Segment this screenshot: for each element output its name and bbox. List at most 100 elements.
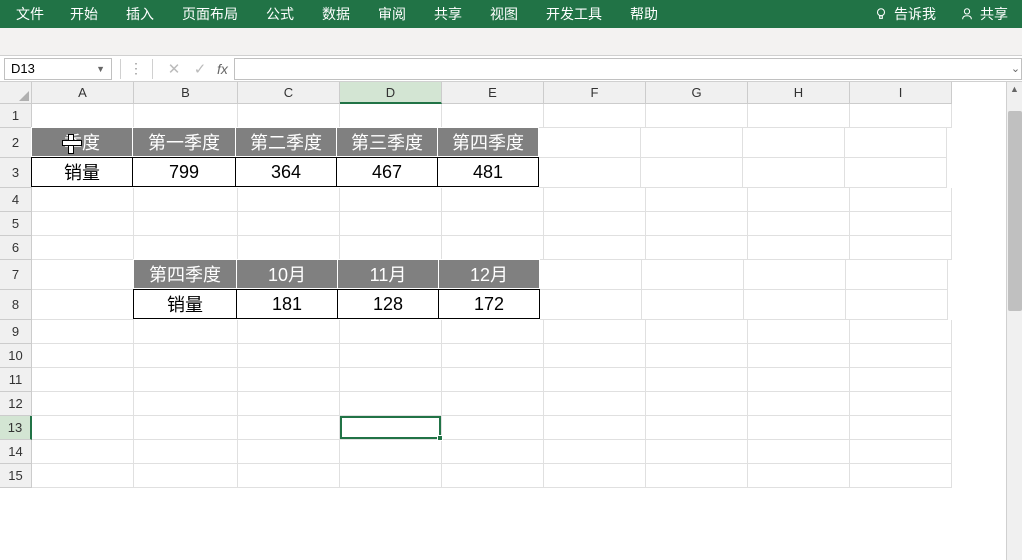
tellme-box[interactable]: 告诉我 <box>860 4 950 24</box>
cell-B2[interactable]: 第一季度 <box>132 127 236 157</box>
cell-G12[interactable] <box>646 392 748 416</box>
cell-C11[interactable] <box>238 368 340 392</box>
cell-G1[interactable] <box>646 104 748 128</box>
cell-A6[interactable] <box>32 236 134 260</box>
cell-H12[interactable] <box>748 392 850 416</box>
ribbon-tab-7[interactable]: 共享 <box>420 0 476 28</box>
ribbon-tab-9[interactable]: 开发工具 <box>532 0 616 28</box>
cell-D11[interactable] <box>340 368 442 392</box>
cell-F8[interactable] <box>540 290 642 320</box>
cell-I4[interactable] <box>850 188 952 212</box>
col-header-B[interactable]: B <box>134 82 238 104</box>
cell-I12[interactable] <box>850 392 952 416</box>
formula-input[interactable] <box>234 58 1010 80</box>
cell-F12[interactable] <box>544 392 646 416</box>
cell-I1[interactable] <box>850 104 952 128</box>
cell-A10[interactable] <box>32 344 134 368</box>
cell-E12[interactable] <box>442 392 544 416</box>
cell-F10[interactable] <box>544 344 646 368</box>
col-header-D[interactable]: D <box>340 82 442 104</box>
cell-A4[interactable] <box>32 188 134 212</box>
cell-C13[interactable] <box>238 416 340 440</box>
cell-B6[interactable] <box>134 236 238 260</box>
cell-E15[interactable] <box>442 464 544 488</box>
cell-D9[interactable] <box>340 320 442 344</box>
cell-F1[interactable] <box>544 104 646 128</box>
ribbon-tab-8[interactable]: 视图 <box>476 0 532 28</box>
ribbon-tab-0[interactable]: 文件 <box>4 0 56 28</box>
cell-E14[interactable] <box>442 440 544 464</box>
ribbon-tab-4[interactable]: 公式 <box>252 0 308 28</box>
row-header-15[interactable]: 15 <box>0 464 32 488</box>
cell-D4[interactable] <box>340 188 442 212</box>
cell-D2[interactable]: 第三季度 <box>336 127 438 157</box>
cell-C7[interactable]: 10月 <box>236 259 338 289</box>
col-header-G[interactable]: G <box>646 82 748 104</box>
cell-B15[interactable] <box>134 464 238 488</box>
row-header-7[interactable]: 7 <box>0 260 32 290</box>
cell-A9[interactable] <box>32 320 134 344</box>
cell-I7[interactable] <box>846 260 948 290</box>
cell-H5[interactable] <box>748 212 850 236</box>
cell-H2[interactable] <box>743 128 845 158</box>
cell-F7[interactable] <box>540 260 642 290</box>
row-header-2[interactable]: 2 <box>0 128 32 158</box>
cell-F2[interactable] <box>539 128 641 158</box>
cell-C12[interactable] <box>238 392 340 416</box>
cell-A14[interactable] <box>32 440 134 464</box>
cell-F11[interactable] <box>544 368 646 392</box>
enter-formula-button[interactable]: ✓ <box>187 60 213 78</box>
cell-E13[interactable] <box>442 416 544 440</box>
cell-E6[interactable] <box>442 236 544 260</box>
cell-B8[interactable]: 销量 <box>133 289 237 319</box>
cell-D14[interactable] <box>340 440 442 464</box>
ribbon-tab-6[interactable]: 审阅 <box>364 0 420 28</box>
cell-H11[interactable] <box>748 368 850 392</box>
select-all-button[interactable] <box>0 82 32 104</box>
row-header-4[interactable]: 4 <box>0 188 32 212</box>
cell-G6[interactable] <box>646 236 748 260</box>
scroll-up-icon[interactable]: ▲ <box>1007 82 1022 96</box>
cells-area[interactable]: 季度第一季度第二季度第三季度第四季度销量799364467481第四季度10月1… <box>32 104 952 488</box>
cell-D12[interactable] <box>340 392 442 416</box>
cell-A15[interactable] <box>32 464 134 488</box>
cell-B3[interactable]: 799 <box>132 157 236 187</box>
cell-G15[interactable] <box>646 464 748 488</box>
cell-A2[interactable]: 季度 <box>31 127 133 157</box>
row-header-3[interactable]: 3 <box>0 158 32 188</box>
cell-F9[interactable] <box>544 320 646 344</box>
vertical-scrollbar[interactable]: ▲ <box>1006 82 1022 560</box>
cell-E7[interactable]: 12月 <box>438 259 540 289</box>
share-button[interactable]: 共享 <box>950 4 1018 24</box>
row-headers[interactable]: 123456789101112131415 <box>0 104 32 488</box>
cell-B11[interactable] <box>134 368 238 392</box>
cell-C9[interactable] <box>238 320 340 344</box>
cell-I8[interactable] <box>846 290 948 320</box>
cell-C4[interactable] <box>238 188 340 212</box>
cell-H4[interactable] <box>748 188 850 212</box>
row-header-1[interactable]: 1 <box>0 104 32 128</box>
cell-F3[interactable] <box>539 158 641 188</box>
name-box[interactable]: D13 ▼ <box>4 58 112 80</box>
cell-B4[interactable] <box>134 188 238 212</box>
cell-I10[interactable] <box>850 344 952 368</box>
cell-H9[interactable] <box>748 320 850 344</box>
cell-E9[interactable] <box>442 320 544 344</box>
cell-H1[interactable] <box>748 104 850 128</box>
cell-G11[interactable] <box>646 368 748 392</box>
col-header-H[interactable]: H <box>748 82 850 104</box>
cell-I2[interactable] <box>845 128 947 158</box>
cell-G9[interactable] <box>646 320 748 344</box>
cell-C6[interactable] <box>238 236 340 260</box>
cell-F13[interactable] <box>544 416 646 440</box>
cell-D5[interactable] <box>340 212 442 236</box>
cell-C1[interactable] <box>238 104 340 128</box>
row-header-10[interactable]: 10 <box>0 344 32 368</box>
cell-F6[interactable] <box>544 236 646 260</box>
cell-D10[interactable] <box>340 344 442 368</box>
cell-B7[interactable]: 第四季度 <box>133 259 237 289</box>
cell-D7[interactable]: 11月 <box>337 259 439 289</box>
row-header-8[interactable]: 8 <box>0 290 32 320</box>
cell-C10[interactable] <box>238 344 340 368</box>
cell-I6[interactable] <box>850 236 952 260</box>
